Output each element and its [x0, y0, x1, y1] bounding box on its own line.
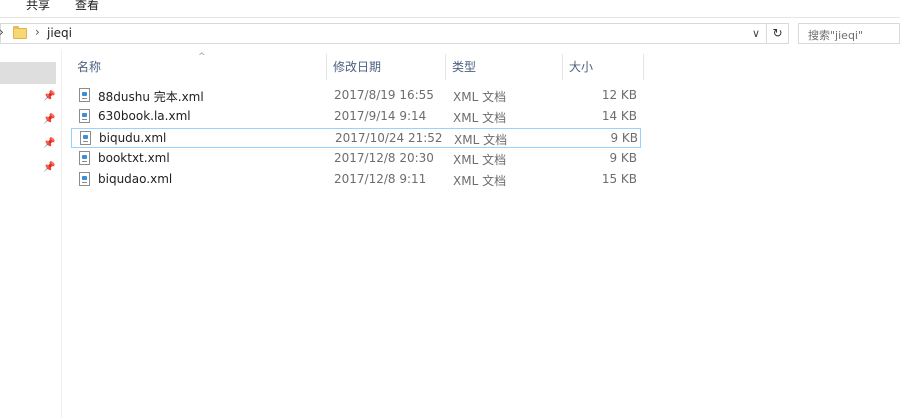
column-size[interactable]: 大小	[563, 54, 644, 80]
file-size: 9 KB	[610, 131, 638, 145]
xml-file-icon	[79, 88, 90, 102]
file-name[interactable]: booktxt.xml	[98, 151, 170, 165]
column-name[interactable]: 名称	[71, 54, 327, 80]
ribbon-tabs: 共享 查看	[0, 0, 900, 18]
tab-view[interactable]: 查看	[75, 0, 99, 13]
file-type: XML 文档	[453, 90, 507, 104]
file-size: 12 KB	[601, 88, 637, 102]
refresh-icon: ↻	[772, 26, 783, 40]
xml-file-icon	[80, 131, 91, 145]
chevron-down-icon[interactable]: ∨	[752, 27, 760, 40]
xml-file-icon	[79, 172, 90, 186]
nav-selected-item[interactable]	[0, 62, 56, 84]
file-modified: 2017/12/8 20:30	[334, 151, 434, 165]
file-modified: 2017/8/19 16:55	[334, 88, 434, 102]
xml-file-icon	[79, 109, 90, 123]
pin-icon[interactable]: 📌	[43, 115, 55, 125]
table-row[interactable]: biqudao.xml 2017/12/8 9:11 XML 文档 15 KB	[71, 170, 641, 190]
table-row-selected[interactable]: biqudu.xml 2017/10/24 21:52 XML 文档 9 KB	[71, 128, 641, 148]
column-type[interactable]: 类型	[446, 54, 563, 80]
breadcrumb-separator[interactable]: ›	[35, 25, 40, 39]
table-row[interactable]: booktxt.xml 2017/12/8 20:30 XML 文档 9 KB	[71, 149, 641, 169]
folder-icon	[13, 26, 27, 39]
file-size: 14 KB	[601, 109, 637, 123]
file-size: 9 KB	[609, 151, 637, 165]
address-row: › › jieqi ∨ ↻ 搜索"jieqi"	[0, 20, 900, 46]
search-input[interactable]: 搜索"jieqi"	[798, 23, 900, 44]
pin-icon[interactable]: 📌	[43, 92, 55, 102]
refresh-button[interactable]: ↻	[767, 23, 789, 44]
navigation-pane[interactable]: 📌 📌 📌 📌	[0, 50, 62, 418]
pin-icon[interactable]: 📌	[43, 163, 55, 173]
file-modified: 2017/10/24 21:52	[335, 131, 443, 145]
breadcrumb-jieqi[interactable]: jieqi	[47, 26, 72, 40]
file-type: XML 文档	[454, 133, 508, 147]
file-size: 15 KB	[601, 172, 637, 186]
chevron-right-icon: ›	[0, 25, 4, 39]
file-type: XML 文档	[453, 174, 507, 188]
file-list[interactable]: ^ 名称 修改日期 类型 大小 88dushu 完本.xml 2017/8/19…	[61, 50, 900, 418]
table-row[interactable]: 88dushu 完本.xml 2017/8/19 16:55 XML 文档 12…	[71, 86, 641, 106]
file-type: XML 文档	[453, 111, 507, 125]
file-type: XML 文档	[453, 153, 507, 167]
file-name[interactable]: 88dushu 完本.xml	[98, 88, 204, 105]
column-header: ^ 名称 修改日期 类型 大小	[61, 52, 646, 80]
address-bar[interactable]: › › jieqi ∨	[0, 23, 767, 44]
column-modified[interactable]: 修改日期	[327, 54, 446, 80]
pin-icon[interactable]: 📌	[43, 139, 55, 149]
file-name[interactable]: 630book.la.xml	[98, 109, 191, 123]
file-name[interactable]: biqudu.xml	[99, 131, 166, 145]
table-row[interactable]: 630book.la.xml 2017/9/14 9:14 XML 文档 14 …	[71, 107, 641, 127]
file-name[interactable]: biqudao.xml	[98, 172, 172, 186]
search-placeholder: 搜索"jieqi"	[808, 29, 864, 42]
file-modified: 2017/12/8 9:11	[334, 172, 427, 186]
tab-share[interactable]: 共享	[26, 0, 50, 13]
file-modified: 2017/9/14 9:14	[334, 109, 427, 123]
xml-file-icon	[79, 151, 90, 165]
